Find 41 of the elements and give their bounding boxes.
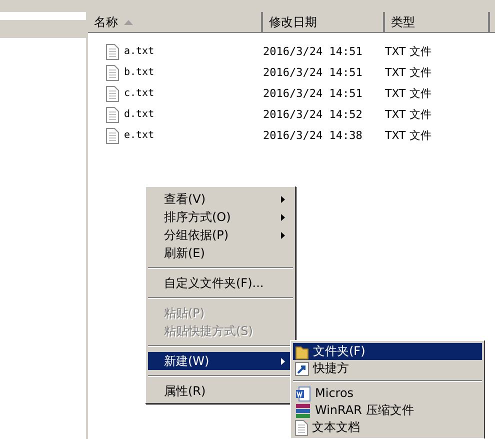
menu-item[interactable]: 新建(W): [148, 352, 293, 370]
file-name[interactable]: c.txt: [124, 88, 154, 100]
menu-item[interactable]: Micros: [293, 385, 482, 402]
document-icon: [106, 106, 119, 122]
word-document-icon: [295, 386, 311, 402]
menu-item[interactable]: 刷新(E): [148, 244, 293, 262]
menu-item[interactable]: 文本文档: [293, 419, 482, 436]
menu-item[interactable]: 快捷方: [293, 360, 482, 377]
file-type: TXT 文件: [385, 108, 432, 122]
sort-up-icon: [124, 20, 133, 24]
file-date: 2016/3/24 14:51: [263, 86, 364, 100]
file-type: TXT 文件: [385, 86, 432, 100]
file-name[interactable]: a.txt: [124, 46, 154, 58]
column-header[interactable]: 类型: [385, 12, 490, 32]
file-type: TXT 文件: [385, 128, 432, 142]
menu-item[interactable]: WinRAR 压缩文件: [293, 402, 482, 419]
menu-item[interactable]: 排序方式(O): [148, 208, 293, 226]
menu-item[interactable]: 查看(V): [148, 190, 293, 208]
menu-item[interactable]: 属性(R): [148, 382, 293, 400]
document-icon: [106, 64, 119, 80]
menu-item[interactable]: 文件夹(F): [293, 343, 482, 360]
file-date: 2016/3/24 14:51: [263, 44, 364, 58]
archive-icon: [295, 402, 311, 418]
file-name[interactable]: b.txt: [124, 66, 154, 78]
column-header[interactable]: 名称: [88, 12, 263, 32]
text-document-icon: [295, 420, 308, 436]
shortcut-icon: [295, 362, 309, 376]
document-icon: [106, 128, 119, 144]
file-type: TXT 文件: [385, 44, 432, 58]
document-icon: [106, 44, 119, 60]
menu-item[interactable]: 分组依据(P): [148, 226, 293, 244]
column-header[interactable]: 修改日期: [263, 12, 385, 32]
file-date: 2016/3/24 14:51: [263, 66, 364, 80]
document-icon: [106, 86, 119, 102]
file-type: TXT 文件: [385, 66, 432, 80]
file-name[interactable]: d.txt: [124, 108, 154, 120]
nav-item[interactable]: [0, 20, 86, 38]
file-date: 2016/3/24 14:38: [263, 128, 364, 142]
menu-item[interactable]: 自定义文件夹(F)...: [148, 274, 293, 292]
file-name[interactable]: e.txt: [124, 130, 154, 142]
file-date: 2016/3/24 14:52: [263, 108, 364, 122]
